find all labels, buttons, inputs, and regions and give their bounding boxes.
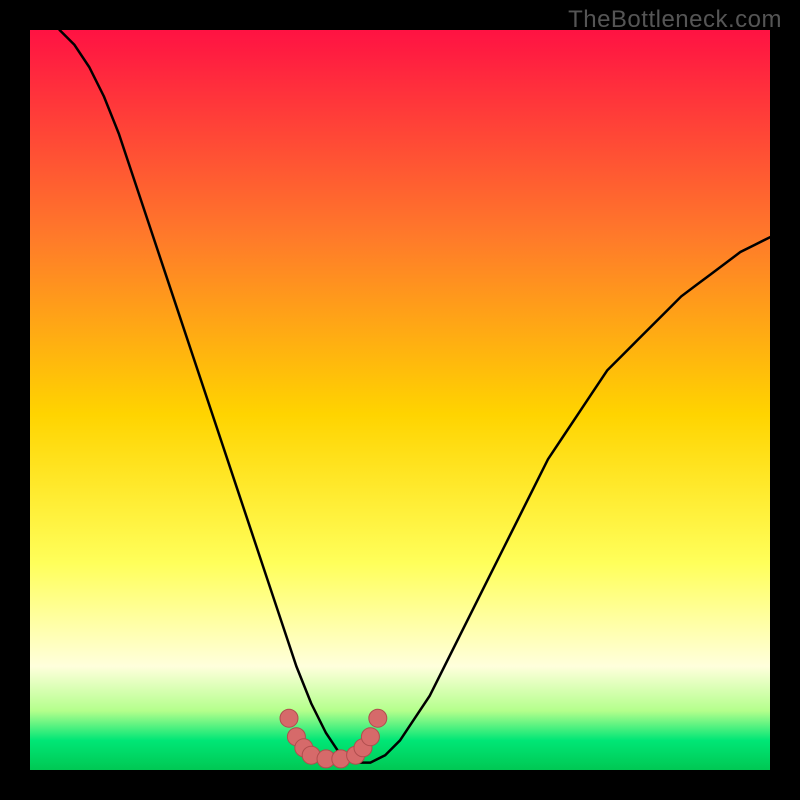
marker-dot: [369, 709, 387, 727]
marker-dot: [361, 728, 379, 746]
gradient-background: [30, 30, 770, 770]
bottleneck-curve-chart: [30, 30, 770, 770]
marker-dot: [280, 709, 298, 727]
plot-area: [30, 30, 770, 770]
chart-frame: TheBottleneck.com: [0, 0, 800, 800]
watermark-text: TheBottleneck.com: [568, 6, 782, 34]
